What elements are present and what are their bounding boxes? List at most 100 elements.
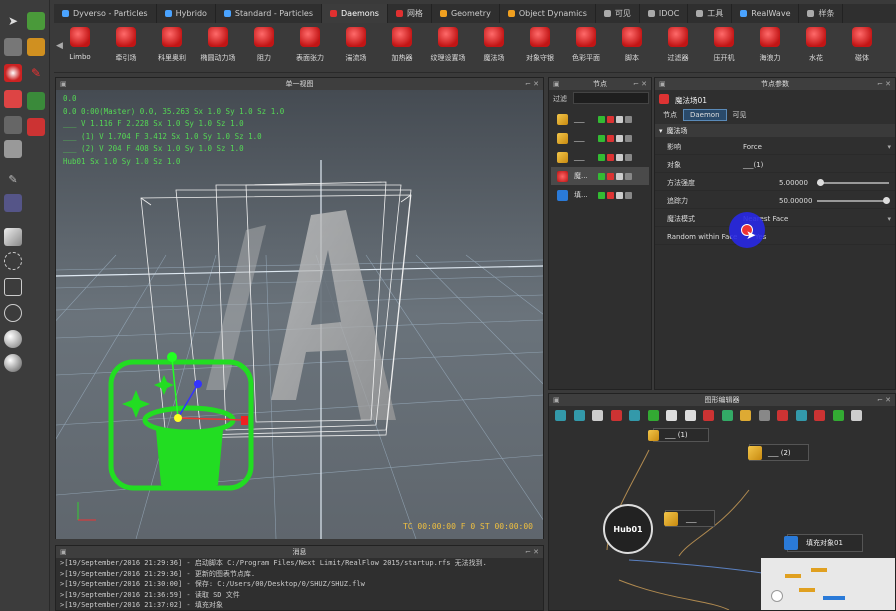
cube-primitive-icon[interactable] bbox=[4, 228, 22, 246]
shelf-item-5[interactable]: 表面张力 bbox=[288, 27, 332, 63]
green-brush-icon[interactable] bbox=[27, 12, 45, 30]
param-value[interactable]: Force bbox=[743, 143, 762, 151]
lock-icon[interactable] bbox=[607, 134, 614, 142]
filter-input[interactable] bbox=[573, 92, 649, 104]
globe-icon[interactable] bbox=[4, 304, 22, 322]
node-row[interactable]: ___ bbox=[551, 148, 649, 166]
shelf-item-2[interactable]: 科里奥利 bbox=[150, 27, 194, 63]
tab-9[interactable]: 工具 bbox=[688, 4, 733, 23]
param-row[interactable]: 对象 ___(1) bbox=[655, 158, 895, 173]
tab-1[interactable]: Hybrido bbox=[157, 4, 216, 23]
message-log[interactable]: >[19/September/2016 21:29:36] - 启动脚本 C:/… bbox=[56, 558, 543, 611]
param-row[interactable]: 魔法模式 Nearest Face ▾ bbox=[655, 212, 895, 227]
graph-tool-icon[interactable] bbox=[573, 410, 585, 421]
section-header[interactable]: ▾ 魔法场 bbox=[655, 124, 895, 137]
shelf-item-10[interactable]: 对象守银 bbox=[518, 27, 562, 63]
camera-icon[interactable] bbox=[4, 116, 22, 134]
tab-11[interactable]: 样条 bbox=[799, 4, 844, 23]
cube-stack-icon[interactable] bbox=[4, 140, 22, 158]
node-row[interactable]: ___ bbox=[551, 129, 649, 147]
graph-minimap[interactable] bbox=[761, 558, 895, 610]
tab-10[interactable]: RealWave bbox=[732, 4, 800, 23]
lock-icon[interactable] bbox=[607, 191, 614, 199]
move-tool-icon[interactable] bbox=[4, 38, 22, 56]
slider-knob[interactable] bbox=[883, 197, 890, 204]
graph-tool-icon[interactable] bbox=[832, 410, 844, 421]
subtab-2[interactable]: 可见 bbox=[727, 109, 753, 121]
graph-tool-icon[interactable] bbox=[740, 410, 751, 421]
cube-wire-icon[interactable] bbox=[625, 134, 632, 142]
pin-icon[interactable]: ▣ bbox=[60, 548, 67, 556]
rotate-tool-icon[interactable] bbox=[4, 64, 22, 82]
panel-controls-icon[interactable]: ⌐ ✕ bbox=[525, 80, 539, 88]
graph-tool-icon[interactable] bbox=[721, 410, 733, 421]
visibility-icon[interactable] bbox=[616, 191, 623, 199]
shelf-item-6[interactable]: 湍流场 bbox=[334, 27, 378, 63]
sphere-wire-icon[interactable] bbox=[4, 252, 22, 270]
graph-node-2[interactable]: ___ (2) bbox=[748, 444, 809, 461]
graph-node-3[interactable]: ___ bbox=[664, 510, 715, 527]
paint-icon[interactable] bbox=[27, 38, 45, 56]
cube-wire-icon[interactable] bbox=[625, 172, 632, 180]
hub-node[interactable]: Hub01 bbox=[603, 504, 653, 554]
graph-tool-icon[interactable] bbox=[647, 410, 659, 421]
pencil-icon[interactable] bbox=[598, 191, 605, 199]
graph-tool-icon[interactable] bbox=[666, 410, 677, 421]
pin-icon[interactable]: ▣ bbox=[60, 80, 67, 88]
tab-6[interactable]: Object Dynamics bbox=[500, 4, 596, 23]
lock-icon[interactable] bbox=[607, 115, 614, 123]
pin-icon[interactable]: ▣ bbox=[553, 396, 560, 404]
pin-icon[interactable]: ▣ bbox=[553, 80, 560, 88]
graph-node-1[interactable]: ___ (1) bbox=[648, 428, 709, 442]
pencil-icon[interactable] bbox=[598, 134, 605, 142]
3d-viewport[interactable]: 0.0 0.0 0:00(Master) 0.0, 35.263 Sx 1.0 S… bbox=[56, 90, 543, 539]
cube-wire-icon[interactable] bbox=[625, 153, 632, 161]
subtab-0[interactable]: 节点 bbox=[657, 109, 683, 121]
shelf-item-0[interactable]: Limbo bbox=[58, 27, 102, 61]
panel-controls-icon[interactable]: ⌐ ✕ bbox=[877, 396, 891, 404]
scale-tool-icon[interactable] bbox=[4, 90, 22, 108]
shelf-item-12[interactable]: 脚本 bbox=[610, 27, 654, 63]
pencil-icon[interactable]: ✎ bbox=[4, 170, 22, 188]
tab-7[interactable]: 可见 bbox=[596, 4, 640, 23]
pencil-icon[interactable] bbox=[598, 172, 605, 180]
tab-5[interactable]: Geometry bbox=[432, 4, 500, 23]
shelf-item-16[interactable]: 水花 bbox=[794, 27, 838, 63]
tab-8[interactable]: IDOC bbox=[640, 4, 689, 23]
visibility-icon[interactable] bbox=[616, 134, 623, 142]
dropdown-arrow-icon[interactable]: ▾ bbox=[887, 143, 891, 151]
graph-tool-icon[interactable] bbox=[592, 410, 603, 421]
visibility-icon[interactable] bbox=[616, 153, 623, 161]
save-red-icon[interactable] bbox=[27, 118, 45, 136]
lock-icon[interactable] bbox=[607, 153, 614, 161]
tab-0[interactable]: Dyverso - Particles bbox=[54, 4, 157, 23]
param-row[interactable]: 影响 Force ▾ bbox=[655, 140, 895, 155]
shelf-item-4[interactable]: 阻力 bbox=[242, 27, 286, 63]
param-value[interactable]: 5.00000 bbox=[779, 179, 808, 187]
graph-tool-icon[interactable] bbox=[758, 410, 770, 421]
node-row[interactable]: 填... bbox=[551, 186, 649, 204]
graph-tool-icon[interactable] bbox=[851, 410, 862, 421]
shelf-item-15[interactable]: 海浪力 bbox=[748, 27, 792, 63]
pencil-icon[interactable] bbox=[598, 153, 605, 161]
pencil-icon[interactable] bbox=[598, 115, 605, 123]
shelf-item-13[interactable]: 过滤器 bbox=[656, 27, 700, 63]
visibility-icon[interactable] bbox=[616, 172, 623, 180]
node-row[interactable]: 魔... bbox=[551, 167, 649, 185]
save-green-icon[interactable] bbox=[27, 92, 45, 110]
tab-3[interactable]: Daemons bbox=[322, 4, 388, 23]
tab-2[interactable]: Standard - Particles bbox=[216, 4, 323, 23]
graph-tool-icon[interactable] bbox=[795, 410, 807, 421]
shelf-item-14[interactable]: 压开机 bbox=[702, 27, 746, 63]
param-slider[interactable] bbox=[817, 197, 890, 204]
sphere-shaded-icon[interactable] bbox=[4, 354, 22, 372]
panel-controls-icon[interactable]: ⌐ ✕ bbox=[525, 548, 539, 556]
panel-controls-icon[interactable]: ⌐ ✕ bbox=[633, 80, 647, 88]
graph-tool-icon[interactable] bbox=[629, 410, 640, 421]
subtab-1[interactable]: Daemon bbox=[683, 109, 727, 121]
shelf-item-7[interactable]: 加热器 bbox=[380, 27, 424, 63]
param-value[interactable]: ___(1) bbox=[743, 161, 763, 169]
cube-wire-icon[interactable] bbox=[625, 191, 632, 199]
axis-icon[interactable] bbox=[4, 194, 22, 212]
dropdown-arrow-icon[interactable]: ▾ bbox=[887, 215, 891, 223]
